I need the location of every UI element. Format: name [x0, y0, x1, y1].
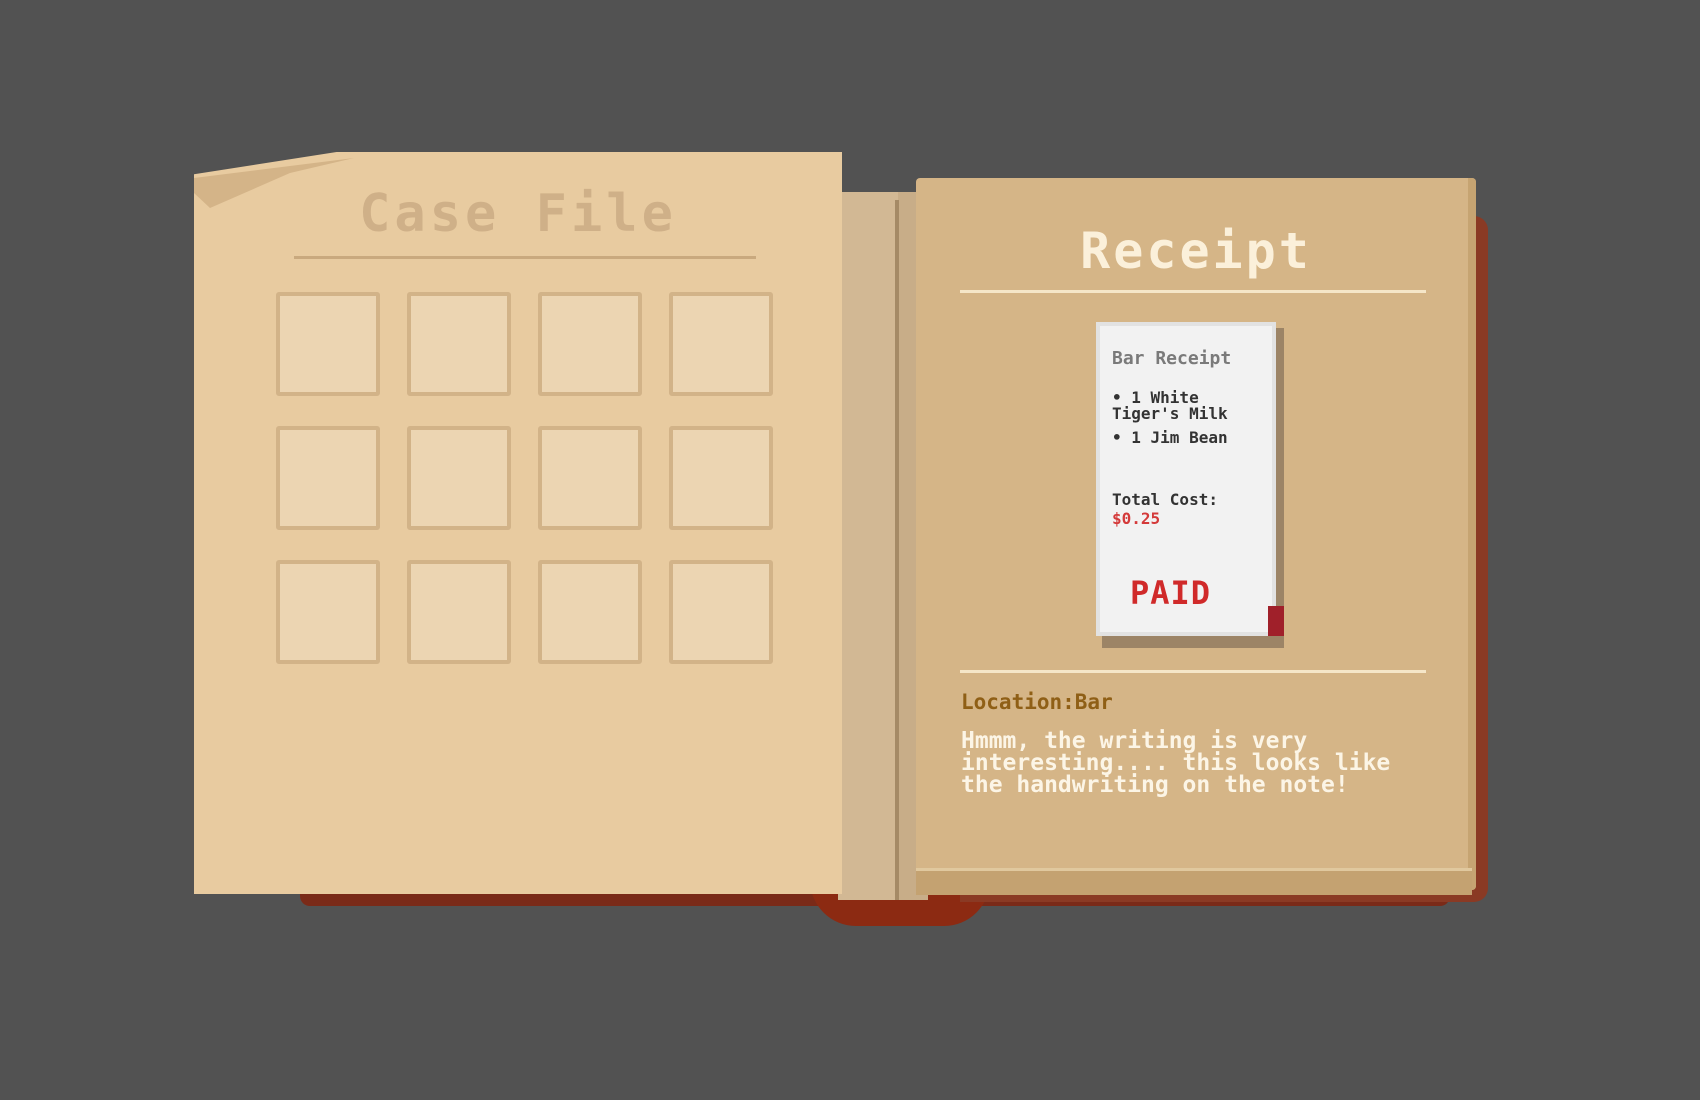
- evidence-slot[interactable]: [407, 292, 511, 396]
- evidence-location: Location:Bar: [961, 690, 1113, 714]
- book-hinge: [838, 192, 898, 900]
- receipt-total-value: $0.25: [1112, 509, 1161, 528]
- evidence-slot[interactable]: [276, 560, 380, 664]
- title-divider: [294, 256, 756, 259]
- receipt-heading: Bar Receipt: [1112, 348, 1232, 369]
- evidence-slot[interactable]: [538, 560, 642, 664]
- evidence-slot[interactable]: [669, 560, 773, 664]
- evidence-title: Receipt: [1080, 222, 1312, 280]
- receipt-corner-tab: [1268, 606, 1284, 636]
- paid-stamp: PAID: [1130, 574, 1212, 612]
- evidence-slot[interactable]: [669, 426, 773, 530]
- receipt-total-label: Total Cost:: [1112, 490, 1218, 509]
- section-divider: [960, 670, 1426, 673]
- evidence-slot[interactable]: [276, 292, 380, 396]
- receipt-item: • 1 Jim Bean: [1112, 428, 1228, 447]
- evidence-slot[interactable]: [538, 426, 642, 530]
- evidence-description: Hmmm, the writing is very interesting...…: [961, 728, 1391, 798]
- evidence-slot[interactable]: [669, 292, 773, 396]
- evidence-slot[interactable]: [538, 292, 642, 396]
- evidence-slot[interactable]: [407, 560, 511, 664]
- evidence-grid: [276, 292, 774, 668]
- receipt-item: • 1 White Tiger's Milk: [1112, 388, 1228, 423]
- case-file-title: Case File: [359, 184, 677, 244]
- evidence-slot[interactable]: [276, 426, 380, 530]
- title-divider: [960, 290, 1426, 293]
- page-edge: [916, 868, 1472, 895]
- evidence-slot[interactable]: [407, 426, 511, 530]
- book-spine-line: [895, 200, 899, 900]
